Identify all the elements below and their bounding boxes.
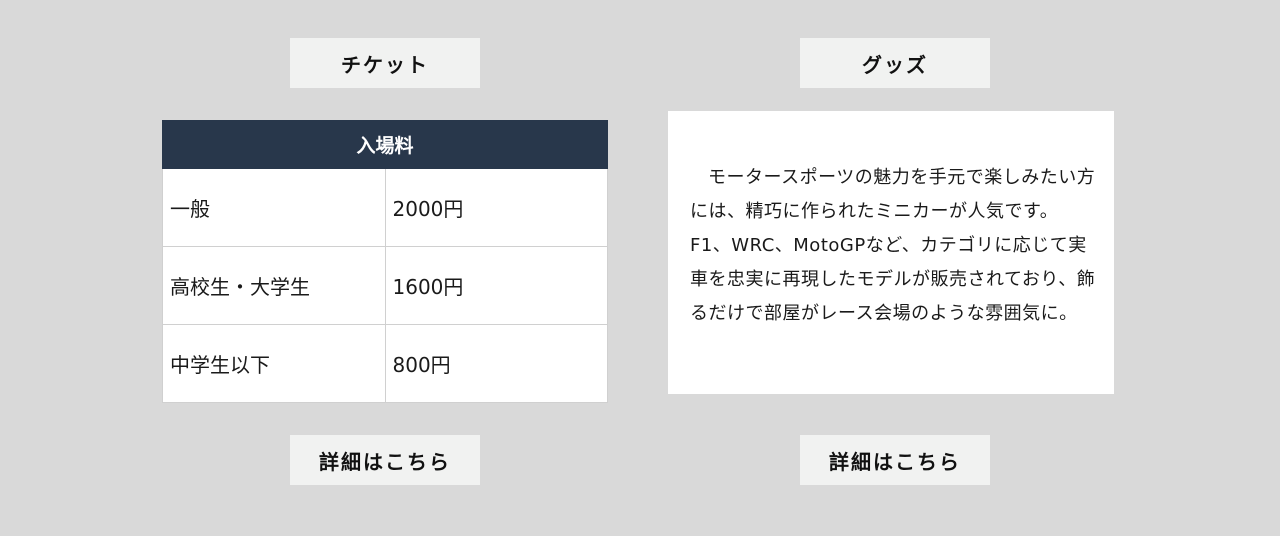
goods-description-text: モータースポーツの魅力を手元で楽しみたい方には、精巧に作られたミニカーが人気です… — [690, 167, 1096, 324]
table-header: 入場料 — [162, 120, 608, 169]
table-header-row: 入場料 — [162, 120, 608, 169]
table-row: 一般 2000円 — [162, 168, 608, 247]
admission-fee-table: 入場料 一般 2000円 高校生・大学生 1600円 中学生以下 800円 — [162, 120, 608, 403]
ticket-price-cell: 800円 — [384, 324, 608, 403]
ticket-category-cell: 中学生以下 — [162, 324, 386, 403]
table-row: 中学生以下 800円 — [162, 324, 608, 403]
table-row: 高校生・大学生 1600円 — [162, 246, 608, 325]
ticket-category-cell: 一般 — [162, 168, 386, 247]
ticket-price-cell: 2000円 — [384, 168, 608, 247]
goods-description-card: モータースポーツの魅力を手元で楽しみたい方には、精巧に作られたミニカーが人気です… — [668, 111, 1114, 394]
goods-section-title: グッズ — [800, 38, 990, 88]
ticket-section-title: チケット — [290, 38, 480, 88]
ticket-details-button[interactable]: 詳細はこちら — [290, 435, 480, 485]
goods-details-button[interactable]: 詳細はこちら — [800, 435, 990, 485]
ticket-category-cell: 高校生・大学生 — [162, 246, 386, 325]
ticket-price-cell: 1600円 — [384, 246, 608, 325]
